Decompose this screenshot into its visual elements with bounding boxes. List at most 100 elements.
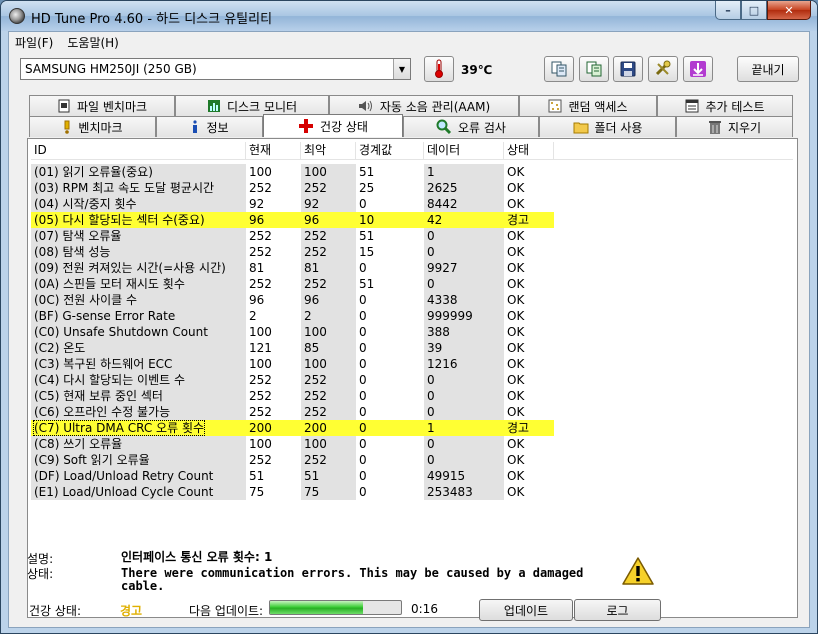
table-row[interactable]: (BF) G-sense Error Rate 2 2 0 999999 OK (31, 308, 554, 324)
tab-label: 건강 상태 (320, 119, 368, 134)
cell-worst-text: 252 (304, 245, 327, 259)
menu-help[interactable]: 도움말(H) (67, 34, 119, 51)
table-row[interactable]: (0C) 전원 사이클 수 96 96 0 4338 OK (31, 292, 554, 308)
table-row[interactable]: (C4) 다시 할당되는 이벤트 수 252 252 0 0 OK (31, 372, 554, 388)
tab-file-benchmark[interactable]: 파일 벤치마크 (29, 95, 175, 116)
status-line-1: There were communication errors. This ma… (121, 566, 584, 580)
table-row[interactable]: (C6) 오프라인 수정 불가능 252 252 0 0 OK (31, 404, 554, 420)
table-row[interactable]: (E1) Load/Unload Cycle Count 75 75 0 253483 O… (31, 484, 554, 500)
temperature-button[interactable] (424, 56, 454, 82)
table-row[interactable]: (DF) Load/Unload Retry Count 51 51 0 49915 OK (31, 468, 554, 484)
cell-data: 0 (424, 372, 504, 388)
cell-threshold-text: 51 (359, 277, 375, 291)
hdtune-app-icon (9, 8, 25, 24)
table-row[interactable]: (C9) Soft 읽기 오류율 252 252 0 0 OK (31, 452, 554, 468)
cell-worst: 252 (301, 388, 356, 404)
maximize-button[interactable]: □ (741, 1, 767, 20)
cell-data: 39 (424, 340, 504, 356)
cell-status-text: OK (507, 197, 525, 211)
drive-select[interactable]: SAMSUNG HM250JI (250 GB) ▼ (20, 58, 411, 80)
cell-id: (04) 시작/중지 횟수 (31, 196, 246, 212)
chevron-down-icon[interactable]: ▼ (393, 59, 410, 79)
cell-data-text: 4338 (427, 293, 458, 307)
column-header-status[interactable]: 상태 (504, 142, 554, 159)
table-header: ID 현재 최악 경계값 데이터 상태 (31, 142, 793, 160)
cell-status: OK (504, 452, 554, 468)
cell-current-text: 100 (249, 437, 272, 451)
cell-status-text: OK (507, 293, 525, 307)
cell-status-text: 경고 (507, 213, 530, 227)
cell-current: 252 (246, 228, 301, 244)
cell-data: 49915 (424, 468, 504, 484)
minimize-button[interactable]: – (715, 1, 741, 20)
cell-threshold: 10 (356, 212, 424, 228)
table-row[interactable]: (05) 다시 할당되는 섹터 수(중요) 96 96 10 42 경고 (31, 212, 554, 228)
tab-aam[interactable]: 자동 소음 관리(AAM) (329, 95, 519, 116)
column-header-data[interactable]: 데이터 (424, 142, 504, 159)
column-header-id[interactable]: ID (31, 142, 246, 159)
tab-label: 벤치마크 (78, 120, 123, 135)
cell-current: 252 (246, 276, 301, 292)
cell-data-text: 2625 (427, 181, 458, 195)
tab-health[interactable]: 건강 상태 (263, 114, 403, 137)
copy-info-button[interactable] (544, 56, 574, 82)
cell-data: 1 (424, 420, 504, 436)
cell-current-text: 96 (249, 293, 265, 307)
table-row[interactable]: (04) 시작/중지 횟수 92 92 0 8442 OK (31, 196, 554, 212)
table-row[interactable]: (01) 읽기 오류율(중요) 100 100 51 1 OK (31, 164, 554, 180)
tab-folder-usage[interactable]: 폴더 사용 (539, 116, 676, 137)
exit-button[interactable]: 끝내기 (737, 56, 799, 82)
save-button[interactable] (613, 56, 643, 82)
toolbar: SAMSUNG HM250JI (250 GB) ▼ 39℃ 끝내기 (9, 52, 809, 90)
cell-worst: 100 (301, 324, 356, 340)
cell-worst: 51 (301, 468, 356, 484)
close-button[interactable]: ✕ (767, 1, 811, 20)
column-header-threshold[interactable]: 경계값 (356, 142, 424, 159)
table-row[interactable]: (C2) 온도 121 85 0 39 OK (31, 340, 554, 356)
disk-monitor-icon (207, 99, 221, 113)
table-row[interactable]: (C3) 복구된 하드웨어 ECC 100 100 0 1216 OK (31, 356, 554, 372)
cell-id: (C2) 온도 (31, 340, 246, 356)
cell-threshold: 0 (356, 404, 424, 420)
cell-data-text: 0 (427, 389, 435, 403)
cell-threshold-text: 0 (359, 485, 367, 499)
tab-random-access[interactable]: 랜덤 액세스 (519, 95, 657, 116)
tab-benchmark[interactable]: 벤치마크 (29, 116, 156, 137)
column-header-worst[interactable]: 최악 (301, 142, 356, 159)
tab-error-scan[interactable]: 오류 검사 (403, 116, 539, 137)
cell-data: 4338 (424, 292, 504, 308)
tab-disk-monitor[interactable]: 디스크 모니터 (175, 95, 329, 116)
cell-current: 252 (246, 452, 301, 468)
cell-id: (01) 읽기 오류율(중요) (31, 164, 246, 180)
download-button[interactable] (683, 56, 713, 82)
cell-threshold-text: 0 (359, 197, 367, 211)
table-row[interactable]: (07) 탐색 오류율 252 252 51 0 OK (31, 228, 554, 244)
cell-threshold-text: 0 (359, 309, 367, 323)
cell-threshold: 0 (356, 452, 424, 468)
table-row[interactable]: (03) RPM 최고 속도 도달 평균시간 252 252 25 2625 OK (31, 180, 554, 196)
cell-current-text: 252 (249, 373, 272, 387)
column-header-current[interactable]: 현재 (246, 142, 301, 159)
tab-erase[interactable]: 지우기 (676, 116, 793, 137)
cell-worst: 252 (301, 180, 356, 196)
health-cross-icon (298, 118, 314, 134)
table-row[interactable]: (09) 전원 켜져있는 시간(=사용 시간) 81 81 0 9927 OK (31, 260, 554, 276)
title-bar[interactable]: HD Tune Pro 4.60 - 하드 디스크 유틸리티 – □ ✕ (1, 1, 817, 31)
log-button[interactable]: 로그 (574, 599, 661, 621)
table-row[interactable]: (C7) Ultra DMA CRC 오류 횟수 200 200 0 1 경고 (31, 420, 554, 436)
cell-id: (0A) 스핀들 모터 재시도 횟수 (31, 276, 246, 292)
table-row[interactable]: (C5) 현재 보류 중인 섹터 252 252 0 0 OK (31, 388, 554, 404)
table-row[interactable]: (0A) 스핀들 모터 재시도 횟수 252 252 51 0 OK (31, 276, 554, 292)
table-row[interactable]: (08) 탐색 성능 252 252 15 0 OK (31, 244, 554, 260)
cell-id-text: (C5) 현재 보류 중인 섹터 (34, 389, 163, 403)
tab-info[interactable]: 정보 (156, 116, 263, 137)
table-row[interactable]: (C8) 쓰기 오류율 100 100 0 0 OK (31, 436, 554, 452)
cell-data-text: 1216 (427, 357, 458, 371)
options-button[interactable] (648, 56, 678, 82)
update-button[interactable]: 업데이트 (479, 599, 573, 621)
copy-all-button[interactable] (579, 56, 609, 82)
tab-extra-tests[interactable]: 추가 테스트 (657, 95, 793, 116)
menu-file[interactable]: 파일(F) (15, 34, 53, 51)
table-row[interactable]: (C0) Unsafe Shutdown Count 100 100 0 388 OK (31, 324, 554, 340)
cell-data-text: 0 (427, 277, 435, 291)
